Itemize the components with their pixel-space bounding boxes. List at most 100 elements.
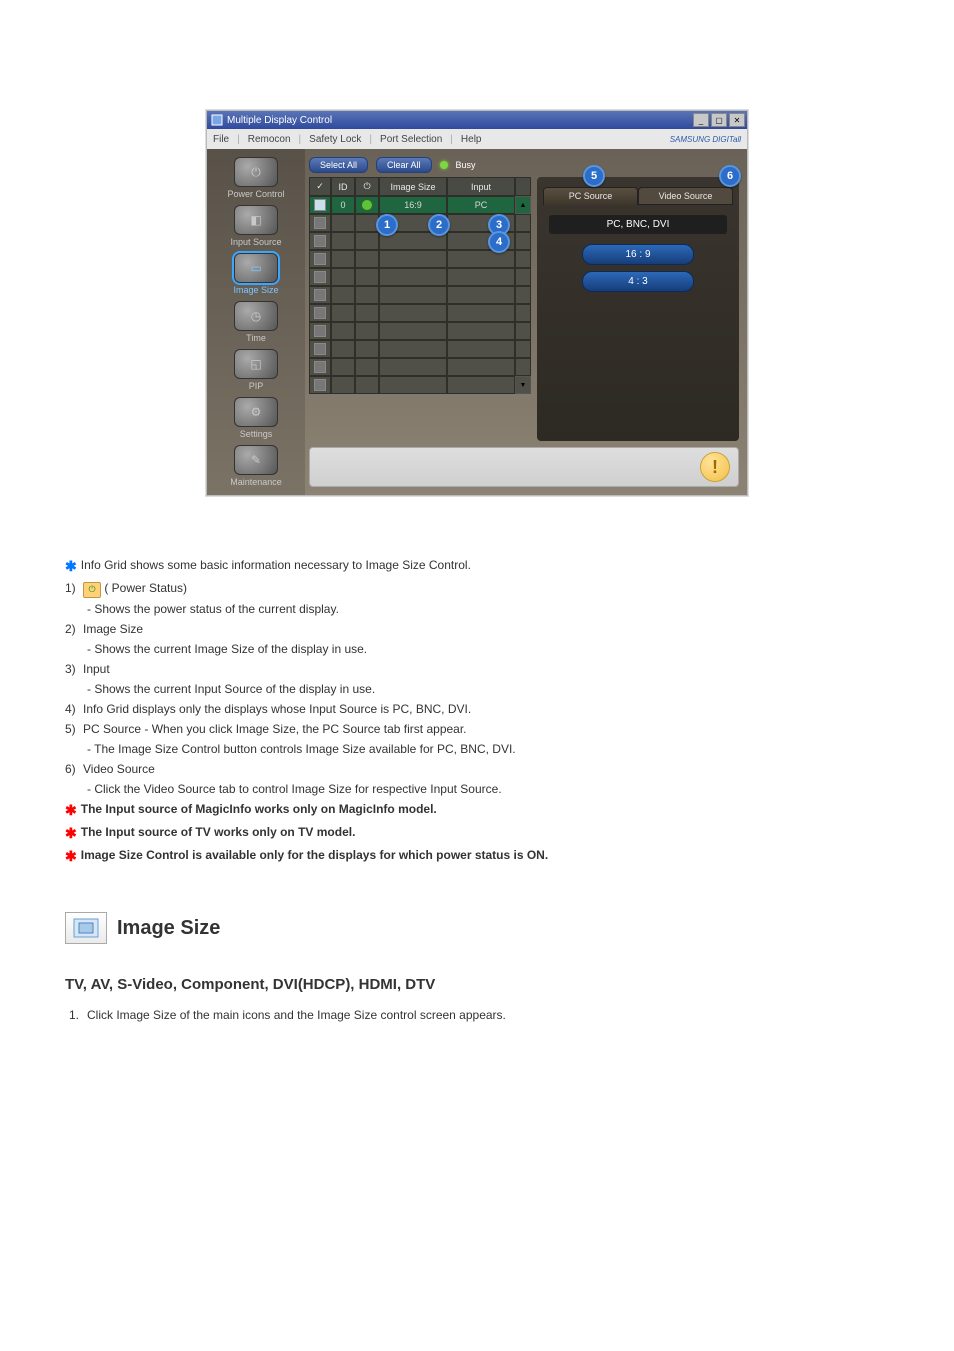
list-number: 6) (65, 760, 83, 778)
row-checkbox[interactable] (314, 217, 326, 229)
row-checkbox[interactable] (314, 343, 326, 355)
row-imagesize: 16:9 (379, 196, 447, 214)
image-size-icon: ▭ (234, 253, 278, 283)
table-row[interactable] (309, 340, 531, 358)
callout-2: 2 (428, 214, 450, 236)
scroll-down-button[interactable]: ▼ (515, 376, 531, 394)
list-item: ⏻ ( Power Status) (83, 579, 187, 598)
power-status-icon: ⏻ (83, 582, 101, 598)
app-icon (211, 114, 223, 126)
power-on-icon (361, 199, 373, 211)
intro-text: Info Grid shows some basic information n… (81, 556, 471, 574)
warning-icon: ! (700, 452, 730, 482)
ratio-16-9-button[interactable]: 16 : 9 (582, 244, 694, 265)
list-desc: - Shows the current Image Size of the di… (87, 640, 889, 658)
list-item: Info Grid displays only the displays who… (83, 700, 471, 718)
list-item: Input (83, 660, 110, 678)
list-number: 3) (65, 660, 83, 678)
menu-safety-lock[interactable]: Safety Lock (309, 134, 361, 145)
table-row[interactable] (309, 268, 531, 286)
table-row[interactable]: 4 (309, 232, 531, 250)
subheading: TV, AV, S-Video, Component, DVI(HDCP), H… (65, 974, 889, 997)
control-panel: 5 6 PC Source Video Source PC, BNC, DVI … (537, 177, 739, 441)
callout-5: 5 (583, 165, 605, 187)
list-number: 4) (65, 700, 83, 718)
row-checkbox[interactable] (314, 235, 326, 247)
menu-port-selection[interactable]: Port Selection (380, 134, 442, 145)
minimize-button[interactable]: _ (693, 113, 709, 127)
close-button[interactable]: ✕ (729, 113, 745, 127)
menu-file[interactable]: File (213, 134, 229, 145)
list-desc: - Shows the power status of the current … (87, 600, 889, 618)
window-titlebar: Multiple Display Control _ ▢ ✕ (207, 111, 747, 129)
select-all-button[interactable]: Select All (309, 157, 368, 173)
star-icon: ✱ (65, 846, 77, 867)
gear-icon: ⚙ (234, 397, 278, 427)
table-row[interactable] (309, 286, 531, 304)
sidebar-item-pip[interactable]: ◱ PIP (216, 349, 296, 391)
sidebar-item-label: Power Control (227, 189, 284, 199)
note-text: Image Size Control is available only for… (81, 846, 548, 864)
step-text: Click Image Size of the main icons and t… (87, 1006, 506, 1024)
sidebar-item-label: Time (246, 333, 266, 343)
list-desc: - Click the Video Source tab to control … (87, 780, 889, 798)
menu-remocon[interactable]: Remocon (248, 134, 291, 145)
busy-label: Busy (456, 160, 476, 170)
section-title: Image Size (117, 913, 220, 943)
maximize-button[interactable]: ▢ (711, 113, 727, 127)
ratio-4-3-button[interactable]: 4 : 3 (582, 271, 694, 292)
list-number: 1) (65, 579, 83, 597)
tab-video-source[interactable]: Video Source (638, 187, 733, 205)
sidebar-item-label: Input Source (230, 237, 281, 247)
sidebar-item-label: Maintenance (230, 477, 282, 487)
sidebar-item-time[interactable]: ◷ Time (216, 301, 296, 343)
scroll-up-button[interactable]: ▲ (515, 196, 531, 214)
sidebar-item-image-size[interactable]: ▭ Image Size (216, 253, 296, 295)
row-checkbox[interactable] (314, 199, 326, 211)
grid-header-check[interactable]: ✓ (309, 177, 331, 196)
note-text: The Input source of TV works only on TV … (81, 823, 356, 841)
table-row[interactable] (309, 322, 531, 340)
row-checkbox[interactable] (314, 307, 326, 319)
list-item: Video Source (83, 760, 155, 778)
input-source-icon: ◧ (234, 205, 278, 235)
row-checkbox[interactable] (314, 361, 326, 373)
tab-pc-source[interactable]: PC Source (543, 187, 638, 205)
sidebar-item-maintenance[interactable]: ✎ Maintenance (216, 445, 296, 487)
list-desc: - The Image Size Control button controls… (87, 740, 889, 758)
sidebar: ⏻ Power Control ◧ Input Source ▭ Image S… (207, 149, 305, 495)
menu-help[interactable]: Help (461, 134, 482, 145)
row-checkbox[interactable] (314, 325, 326, 337)
sidebar-item-input-source[interactable]: ◧ Input Source (216, 205, 296, 247)
list-item: Image Size (83, 620, 143, 638)
grid-header-id: ID (331, 177, 355, 196)
list-number: 5) (65, 720, 83, 738)
callout-6: 6 (719, 165, 741, 187)
grid-header-input: Input (447, 177, 515, 196)
busy-indicator-icon (440, 161, 448, 169)
source-label: PC, BNC, DVI (549, 215, 727, 234)
row-checkbox[interactable] (314, 289, 326, 301)
table-row[interactable] (309, 358, 531, 376)
row-id: 0 (331, 196, 355, 214)
list-number: 2) (65, 620, 83, 638)
table-row[interactable] (309, 304, 531, 322)
table-row[interactable]: ▼ (309, 376, 531, 394)
clear-all-button[interactable]: Clear All (376, 157, 432, 173)
sidebar-item-power-control[interactable]: ⏻ Power Control (216, 157, 296, 199)
row-checkbox[interactable] (314, 253, 326, 265)
document-body: ✱ Info Grid shows some basic information… (65, 556, 889, 1024)
table-row[interactable]: 123 (309, 214, 531, 232)
star-icon: ✱ (65, 556, 77, 577)
step-number: 1. (69, 1006, 87, 1024)
sidebar-item-settings[interactable]: ⚙ Settings (216, 397, 296, 439)
status-bar: ! (309, 447, 739, 487)
grid-header-image-size: Image Size (379, 177, 447, 196)
menubar: File | Remocon | Safety Lock | Port Sele… (207, 129, 747, 149)
row-input: PC (447, 196, 515, 214)
table-row[interactable]: 0 16:9 PC ▲ (309, 196, 531, 214)
brand-label: SAMSUNG DIGITall (670, 135, 741, 144)
image-size-section-icon (65, 912, 107, 944)
row-checkbox[interactable] (314, 271, 326, 283)
row-checkbox[interactable] (314, 379, 326, 391)
